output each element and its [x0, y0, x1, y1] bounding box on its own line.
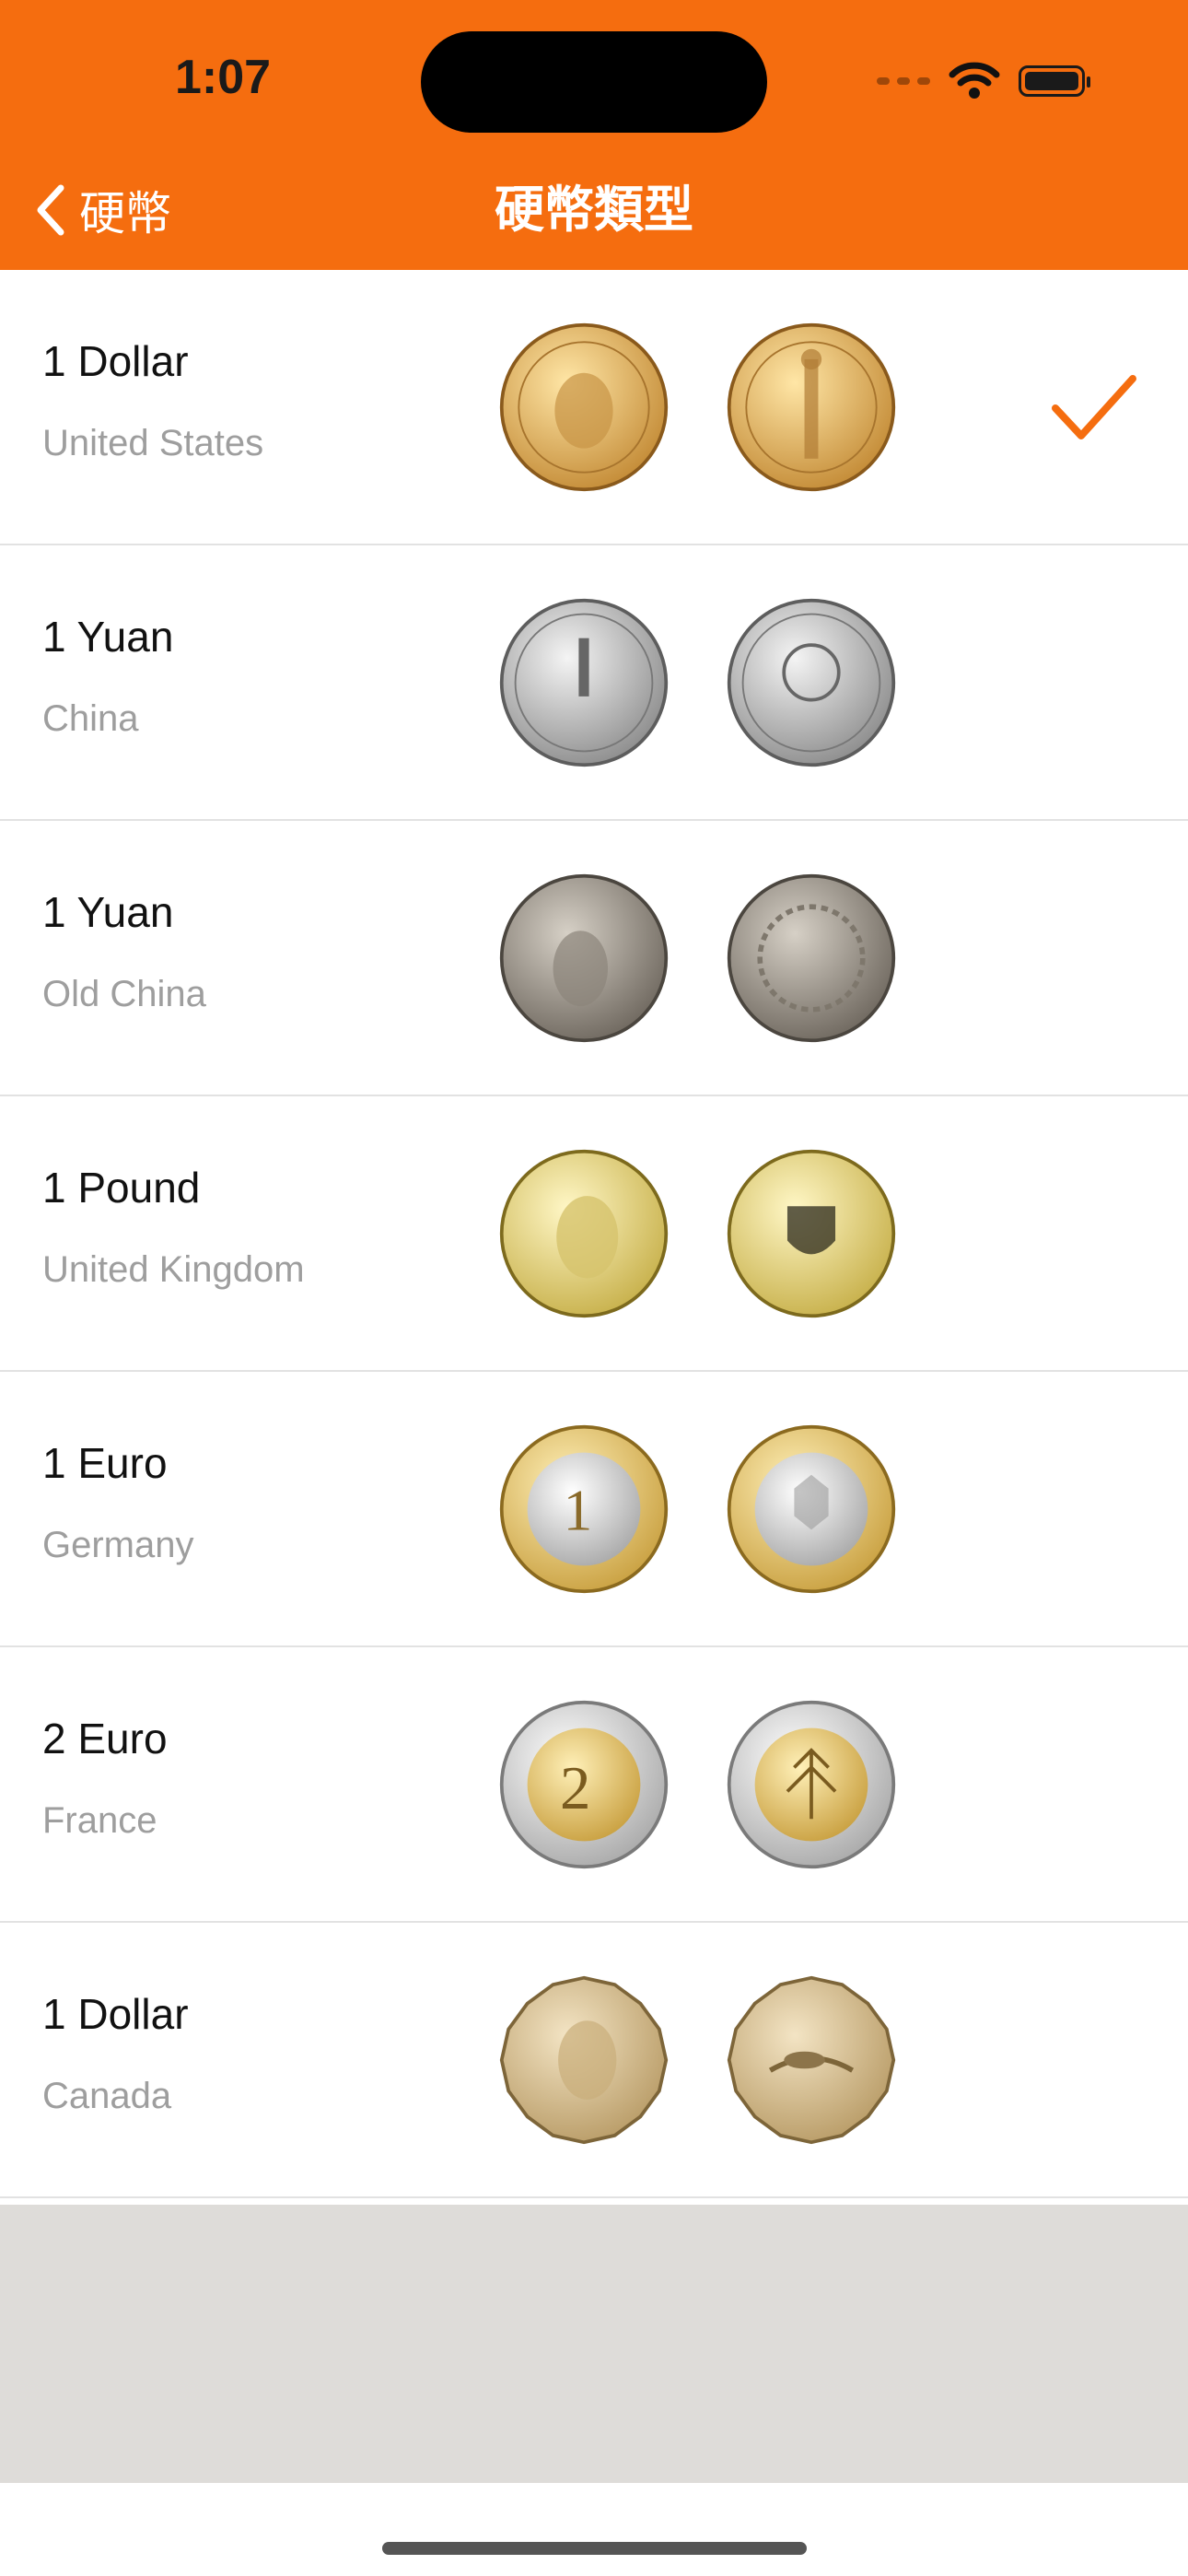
coin-row-germany-euro[interactable]: 1 Euro Germany 1	[0, 1372, 1188, 1647]
coin-front-image	[498, 322, 670, 493]
coin-country: Old China	[42, 974, 206, 1014]
coin-back-image	[726, 597, 897, 768]
coin-country: France	[42, 1800, 157, 1841]
coin-back-image	[726, 1148, 897, 1319]
coin-row-uk-pound[interactable]: 1 Pound United Kingdom	[0, 1096, 1188, 1372]
coin-front-image: 2	[498, 1699, 670, 1870]
coin-name: 2 Euro	[42, 1715, 168, 1762]
svg-text:1: 1	[564, 1478, 593, 1542]
coin-name: 1 Dollar	[42, 1990, 189, 2038]
home-indicator[interactable]	[382, 2542, 807, 2555]
coin-country: United States	[42, 423, 264, 463]
coin-name: 1 Dollar	[42, 337, 189, 385]
coin-row-china-yuan[interactable]: 1 Yuan China	[0, 545, 1188, 821]
coin-back-image	[726, 872, 897, 1044]
coin-country: China	[42, 698, 139, 739]
coin-row-france-2-euro[interactable]: 2 Euro France 2	[0, 1647, 1188, 1923]
coin-front-image	[498, 597, 670, 768]
coin-country: Germany	[42, 1525, 194, 1565]
coin-back-image	[726, 1423, 897, 1595]
wifi-icon	[949, 62, 1000, 99]
coin-name: 1 Pound	[42, 1164, 201, 1212]
status-time: 1:07	[175, 51, 272, 104]
coin-country: Canada	[42, 2076, 172, 2116]
coin-front-image	[498, 1148, 670, 1319]
coin-name: 1 Yuan	[42, 888, 174, 936]
battery-icon	[1019, 65, 1090, 97]
coin-country: United Kingdom	[42, 1249, 305, 1290]
dynamic-island	[421, 31, 767, 133]
coin-name: 1 Yuan	[42, 613, 174, 661]
coin-row-old-china-yuan[interactable]: 1 Yuan Old China	[0, 821, 1188, 1096]
status-icons	[877, 57, 1090, 105]
checkmark-icon	[1052, 375, 1136, 439]
navigation-header: 1:07 硬幣 硬幣類型	[0, 0, 1188, 270]
cellular-signal-icon	[877, 77, 930, 85]
coin-front-image	[498, 872, 670, 1044]
coin-row-canada-dollar[interactable]: 1 Dollar Canada	[0, 1923, 1188, 2198]
coin-row-us-dollar[interactable]: 1 Dollar United States	[0, 270, 1188, 545]
empty-footer-area	[0, 2205, 1188, 2483]
coin-back-image	[726, 1974, 897, 2146]
coin-front-image: 1	[498, 1423, 670, 1595]
svg-text:2: 2	[560, 1754, 590, 1822]
coin-name: 1 Euro	[42, 1439, 168, 1487]
coin-back-image	[726, 1699, 897, 1870]
page-title: 硬幣類型	[495, 182, 693, 238]
coin-back-image	[726, 322, 897, 493]
coin-front-image	[498, 1974, 670, 2146]
coin-type-list: 1 Dollar United States 1 Yuan China 1 Yu…	[0, 270, 1188, 2198]
